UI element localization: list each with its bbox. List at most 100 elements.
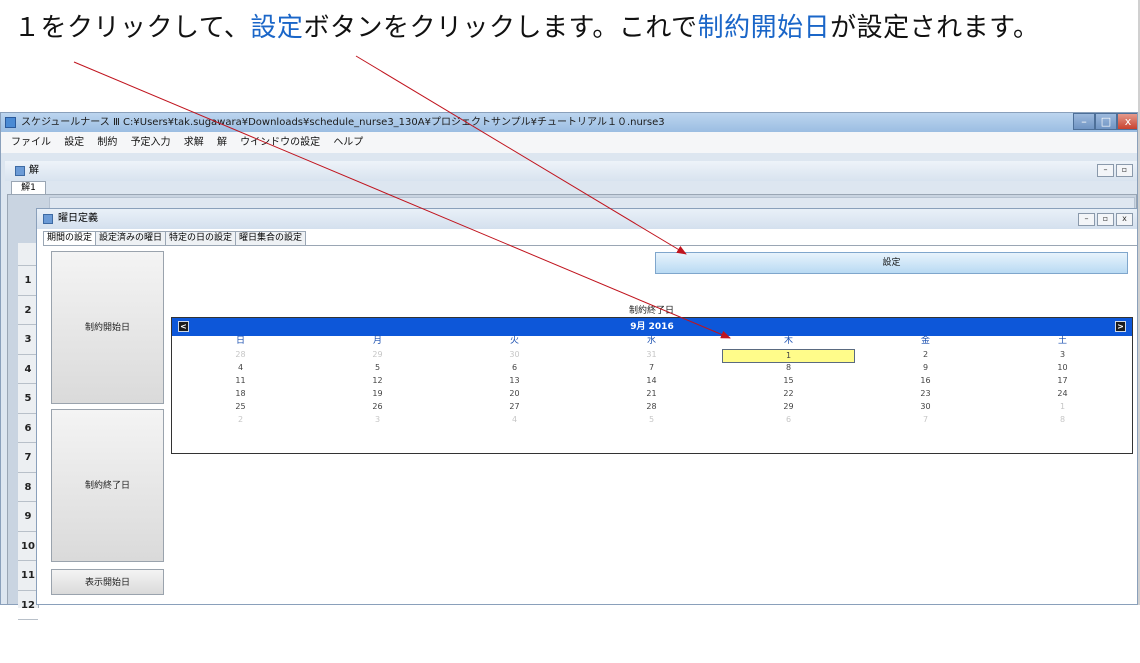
tab-specific-day-settings[interactable]: 特定の日の設定 xyxy=(165,231,237,245)
calendar-day[interactable]: 4 xyxy=(172,362,309,374)
instruction-caption: １をクリックして、設定ボタンをクリックします。これで制約開始日が設定されます。 xyxy=(14,10,1124,46)
menu-settings[interactable]: 設定 xyxy=(64,132,84,153)
calendar-day[interactable]: 29 xyxy=(309,349,446,361)
menu-window-settings[interactable]: ウインドウの設定 xyxy=(240,132,320,153)
row-number: 10 xyxy=(18,532,38,561)
calendar-day[interactable]: 16 xyxy=(857,375,994,387)
calendar-day[interactable]: 7 xyxy=(583,362,720,374)
tab-period-settings[interactable]: 期間の設定 xyxy=(43,231,97,246)
calendar-day[interactable]: 5 xyxy=(583,414,720,426)
calendar-day[interactable]: 26 xyxy=(309,401,446,413)
menu-help[interactable]: ヘルプ xyxy=(333,132,363,153)
calendar-week-row: 18 19 20 21 22 23 24 xyxy=(172,388,1132,400)
calendar-day[interactable]: 6 xyxy=(446,362,583,374)
window-titlebar[interactable]: スケジュールナース Ⅲ C:¥Users¥tak.sugawara¥Downlo… xyxy=(1,113,1137,132)
calendar-day[interactable]: 3 xyxy=(309,414,446,426)
calendar-day[interactable]: 2 xyxy=(172,414,309,426)
calendar-day[interactable]: 4 xyxy=(446,414,583,426)
solution-minimize-button[interactable]: – xyxy=(1097,164,1114,177)
calendar-day[interactable]: 6 xyxy=(720,414,857,426)
calendar-day[interactable]: 30 xyxy=(857,401,994,413)
calendar-day[interactable]: 9 xyxy=(857,362,994,374)
constraint-start-date-button[interactable]: 制約開始日 xyxy=(51,251,164,404)
calendar-day[interactable]: 28 xyxy=(172,349,309,361)
menu-file[interactable]: ファイル xyxy=(11,132,51,153)
calendar-day[interactable]: 15 xyxy=(720,375,857,387)
calendar: < 9月 2016 > 日 月 火 水 木 金 土 28 29 30 31 1 … xyxy=(171,317,1133,454)
calendar-week-row: 25 26 27 28 29 30 1 xyxy=(172,401,1132,413)
caption-text-2: ボタンをクリックします。これで xyxy=(303,13,698,43)
tab-divider xyxy=(43,245,1137,246)
calendar-week-row: 11 12 13 14 15 16 17 xyxy=(172,375,1132,387)
menu-schedule-input[interactable]: 予定入力 xyxy=(131,132,171,153)
calendar-day[interactable]: 7 xyxy=(857,414,994,426)
minimize-button[interactable]: – xyxy=(1073,113,1095,130)
maximize-button[interactable]: □ xyxy=(1095,113,1117,130)
weekday-header-row: 日 月 火 水 木 金 土 xyxy=(172,336,1132,347)
calendar-day[interactable]: 22 xyxy=(720,388,857,400)
calendar-day[interactable]: 10 xyxy=(994,362,1131,374)
weekday-label: 月 xyxy=(372,336,382,346)
calendar-day[interactable]: 19 xyxy=(309,388,446,400)
calendar-day[interactable]: 1 xyxy=(994,401,1131,413)
calendar-day[interactable]: 28 xyxy=(583,401,720,413)
prev-month-button[interactable]: < xyxy=(178,321,189,332)
row-number: 3 xyxy=(18,325,38,355)
calendar-day[interactable]: 17 xyxy=(994,375,1131,387)
calendar-day[interactable]: 25 xyxy=(172,401,309,413)
weekday-label: 日 xyxy=(235,336,245,346)
calendar-week-row: 28 29 30 31 1 2 3 xyxy=(172,349,1132,363)
calendar-day[interactable]: 24 xyxy=(994,388,1131,400)
dialog-tab-strip: 期間の設定 設定済みの曜日 特定の日の設定 曜日集合の設定 xyxy=(43,231,307,246)
solution-restore-button[interactable]: ▫ xyxy=(1116,164,1133,177)
calendar-day[interactable]: 23 xyxy=(857,388,994,400)
calendar-day[interactable]: 21 xyxy=(583,388,720,400)
set-button[interactable]: 設定 xyxy=(655,252,1128,274)
calendar-week-row: 4 5 6 7 8 9 10 xyxy=(172,362,1132,374)
menu-constraints[interactable]: 制約 xyxy=(97,132,117,153)
calendar-day[interactable]: 11 xyxy=(172,375,309,387)
tab-configured-weekdays[interactable]: 設定済みの曜日 xyxy=(95,231,167,245)
calendar-day[interactable]: 29 xyxy=(720,401,857,413)
solution-window-titlebar[interactable]: 解 – ▫ xyxy=(5,161,1137,181)
tab-weekday-set-settings[interactable]: 曜日集合の設定 xyxy=(235,231,307,245)
display-start-date-button[interactable]: 表示開始日 xyxy=(51,569,164,595)
row-number: 1 xyxy=(18,266,38,296)
calendar-day[interactable]: 30 xyxy=(446,349,583,361)
row-number: 6 xyxy=(18,414,38,443)
calendar-label: 制約終了日 xyxy=(628,306,674,316)
calendar-day[interactable]: 3 xyxy=(994,349,1131,361)
calendar-day[interactable]: 8 xyxy=(720,362,857,374)
calendar-day[interactable]: 5 xyxy=(309,362,446,374)
calendar-day[interactable]: 18 xyxy=(172,388,309,400)
calendar-day[interactable]: 8 xyxy=(994,414,1131,426)
weekday-label: 木 xyxy=(783,336,793,346)
calendar-header: < 9月 2016 > xyxy=(172,318,1132,336)
dialog-close-button[interactable]: x xyxy=(1116,213,1133,226)
calendar-day[interactable]: 27 xyxy=(446,401,583,413)
row-number: 8 xyxy=(18,473,38,502)
calendar-day[interactable]: 20 xyxy=(446,388,583,400)
dialog-minimize-button[interactable]: – xyxy=(1078,213,1095,226)
calendar-day-selected[interactable]: 1 xyxy=(722,349,855,363)
calendar-day[interactable]: 2 xyxy=(857,349,994,361)
row-number: 11 xyxy=(18,561,38,591)
menu-solution[interactable]: 解 xyxy=(217,132,227,153)
caption-highlight-set: 設定 xyxy=(250,13,304,43)
calendar-day[interactable]: 12 xyxy=(309,375,446,387)
calendar-week-row: 2 3 4 5 6 7 8 xyxy=(172,414,1132,426)
row-number: 2 xyxy=(18,296,38,325)
calendar-day[interactable]: 14 xyxy=(583,375,720,387)
next-month-button[interactable]: > xyxy=(1115,321,1126,332)
tab-solution-1[interactable]: 解1 xyxy=(11,181,46,195)
weekday-definition-titlebar[interactable]: 曜日定義 – ▫ x xyxy=(37,209,1137,229)
window-title: スケジュールナース Ⅲ C:¥Users¥tak.sugawara¥Downlo… xyxy=(21,117,665,128)
constraint-end-date-button[interactable]: 制約終了日 xyxy=(51,409,164,562)
calendar-day[interactable]: 13 xyxy=(446,375,583,387)
caption-text-1: １をクリックして、 xyxy=(14,13,251,43)
calendar-day[interactable]: 31 xyxy=(583,349,720,361)
dialog-restore-button[interactable]: ▫ xyxy=(1097,213,1114,226)
close-button[interactable]: x xyxy=(1117,113,1137,130)
menu-solve[interactable]: 求解 xyxy=(184,132,204,153)
app-icon xyxy=(5,117,16,128)
